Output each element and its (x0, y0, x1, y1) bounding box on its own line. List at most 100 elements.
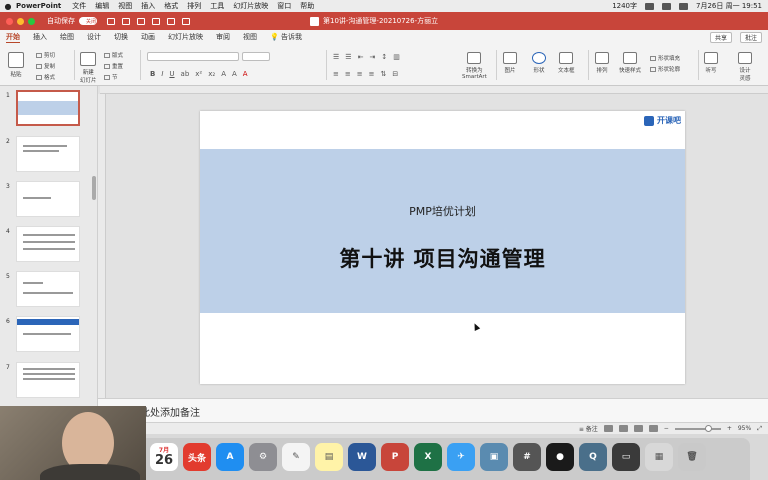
justify-icon[interactable]: ≡ (369, 70, 375, 78)
align-center-icon[interactable]: ≡ (345, 70, 351, 78)
tab-draw[interactable]: 绘图 (60, 32, 74, 42)
menu-tools[interactable]: 工具 (210, 1, 224, 11)
subscript-icon[interactable]: x₂ (208, 70, 215, 78)
thumbnails-scrollbar[interactable] (92, 176, 96, 200)
numbering-icon[interactable]: ☰ (345, 53, 351, 61)
increase-indent-icon[interactable]: ⇥ (369, 53, 375, 61)
format-painter-button[interactable]: 格式 (36, 73, 55, 81)
calculator-icon[interactable]: # (513, 443, 541, 471)
highlight-icon[interactable]: A (232, 70, 237, 78)
menu-view[interactable]: 视图 (118, 1, 132, 11)
app-store-icon[interactable]: A (216, 443, 244, 471)
italic-icon[interactable]: I (161, 70, 163, 78)
slide-subtitle[interactable]: PMP培优计划 (200, 203, 685, 219)
align-text-icon[interactable]: ⊟ (392, 70, 398, 78)
tab-home[interactable]: 开始 (6, 32, 20, 43)
share-button[interactable]: 共享 (709, 31, 732, 43)
undo-icon[interactable] (137, 17, 145, 25)
shape-button[interactable]: 形状 (532, 52, 546, 74)
reset-button[interactable]: 重置 (104, 62, 123, 70)
toutiao-icon[interactable]: 头条 (183, 443, 211, 471)
menu-file[interactable]: 文件 (72, 1, 86, 11)
text-effects-icon[interactable]: A (221, 70, 226, 78)
tab-review[interactable]: 审阅 (216, 32, 230, 42)
thumbnail-1[interactable]: 1 (4, 90, 94, 130)
section-button[interactable]: 节 (104, 73, 123, 81)
thumbnail-7[interactable]: 7 (4, 362, 94, 402)
arrange-button[interactable]: 排列 (595, 52, 609, 74)
customize-toolbar-icon[interactable] (182, 17, 190, 25)
paste-button[interactable]: 粘贴 (8, 52, 24, 78)
bold-icon[interactable]: B (150, 70, 155, 78)
zoom-in-icon[interactable]: + (727, 425, 732, 432)
menu-format[interactable]: 格式 (164, 1, 178, 11)
picture-button[interactable]: 图片 (503, 52, 517, 74)
minimize-button[interactable] (17, 17, 24, 25)
shape-fill-button[interactable]: 形状填充 (650, 54, 680, 62)
zoom-level[interactable]: 95% (738, 425, 751, 432)
zoom-out-icon[interactable]: − (664, 425, 669, 432)
calendar-icon[interactable]: 7月 26 (150, 443, 178, 471)
clock[interactable]: 7月26日 周一 19:51 (696, 1, 762, 11)
underline-icon[interactable]: U (169, 70, 174, 78)
menu-app-name[interactable]: PowerPoint (16, 2, 61, 10)
system-preferences-icon[interactable]: ⚙ (249, 443, 277, 471)
preview-icon[interactable]: ▣ (480, 443, 508, 471)
reading-view-icon[interactable] (633, 425, 643, 432)
menu-slideshow[interactable]: 幻灯片放映 (233, 1, 268, 11)
menu-window[interactable]: 窗口 (277, 1, 291, 11)
home-icon[interactable] (107, 17, 115, 25)
convert-smartart-button[interactable]: 转换为 SmartArt (462, 52, 487, 80)
dictate-button[interactable]: 听写 (704, 52, 718, 74)
wifi-icon[interactable] (662, 2, 672, 10)
text-direction-icon[interactable]: ⇅ (381, 70, 387, 78)
zoom-slider[interactable] (674, 424, 721, 432)
align-right-icon[interactable]: ≡ (357, 70, 363, 78)
strikethrough-icon[interactable]: ab (181, 70, 190, 78)
tab-transitions[interactable]: 切换 (114, 32, 128, 42)
redo-icon[interactable] (152, 17, 160, 25)
design-ideas-button[interactable]: 设计 灵感 (738, 52, 752, 82)
line-spacing-icon[interactable]: ↕ (381, 53, 387, 61)
columns-icon[interactable]: ▥ (393, 53, 400, 61)
shape-outline-button[interactable]: 形状轮廓 (650, 65, 680, 73)
superscript-icon[interactable]: x² (195, 70, 202, 78)
screen-recorder-icon[interactable]: ▭ (612, 443, 640, 471)
notes-app-icon[interactable]: ▤ (315, 443, 343, 471)
tab-insert[interactable]: 插入 (33, 32, 47, 42)
screenshot-icon[interactable]: ▦ (645, 443, 673, 471)
input-method-indicator[interactable]: 1240字 (612, 1, 637, 11)
tab-view[interactable]: 视图 (243, 32, 257, 42)
comments-button[interactable]: 批注 (739, 31, 762, 43)
copy-button[interactable]: 复制 (36, 62, 55, 70)
menu-help[interactable]: 帮助 (300, 1, 314, 11)
quicktime-icon[interactable]: Q (579, 443, 607, 471)
tab-animations[interactable]: 动画 (141, 32, 155, 42)
menu-insert[interactable]: 插入 (141, 1, 155, 11)
save-icon[interactable] (122, 17, 130, 25)
thumbnail-2[interactable]: 2 (4, 136, 94, 176)
font-name-combo[interactable] (147, 52, 239, 61)
search-icon[interactable] (679, 2, 689, 10)
tell-me-search[interactable]: 💡 告诉我 (270, 32, 302, 42)
decrease-indent-icon[interactable]: ⇤ (358, 53, 364, 61)
zoom-button[interactable] (28, 17, 35, 25)
thumbnail-3[interactable]: 3 (4, 181, 94, 221)
autosave-toggle[interactable]: 关闭 (79, 17, 97, 25)
fit-to-window-icon[interactable]: ⤢ (757, 425, 762, 433)
current-slide[interactable]: 开课吧 PMP培优计划 第十讲 项目沟通管理 (200, 111, 685, 384)
menu-arrange[interactable]: 排列 (187, 1, 201, 11)
thumbnail-4[interactable]: 4 (4, 226, 94, 266)
layout-button[interactable]: 版式 (104, 51, 123, 59)
obs-icon[interactable]: ● (546, 443, 574, 471)
slide-sorter-icon[interactable] (618, 425, 628, 432)
thumbnail-6[interactable]: 6 (4, 316, 94, 356)
tab-design[interactable]: 设计 (87, 32, 101, 42)
tab-slideshow[interactable]: 幻灯片放映 (168, 32, 203, 42)
print-icon[interactable] (167, 17, 175, 25)
word-icon[interactable]: W (348, 443, 376, 471)
font-size-combo[interactable] (242, 52, 270, 61)
close-button[interactable] (6, 17, 13, 25)
cut-button[interactable]: 剪切 (36, 51, 55, 59)
new-slide-button[interactable]: 新建 幻灯片 (80, 52, 97, 84)
